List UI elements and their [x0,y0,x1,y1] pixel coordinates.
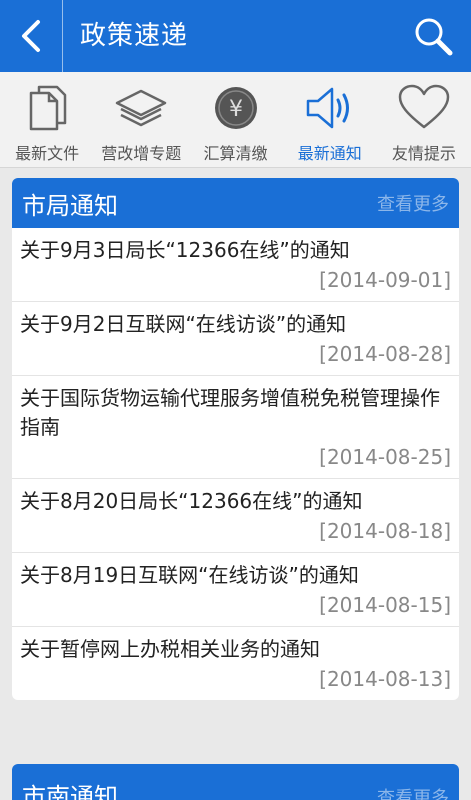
section-header: 市局通知 查看更多 [12,178,459,228]
section-header: 市南通知 查看更多 [12,764,459,800]
search-button[interactable] [411,14,455,58]
list-item[interactable]: 关于9月3日局长“12366在线”的通知 [2014-09-01] [12,228,459,302]
list-item[interactable]: 关于暂停网上办税相关业务的通知 [2014-08-13] [12,627,459,700]
search-icon [415,18,453,56]
news-title: 关于9月3日局长“12366在线”的通知 [20,238,350,262]
news-date: [2014-08-28] [319,342,451,366]
list-item[interactable]: 关于9月2日互联网“在线访谈”的通知 [2014-08-28] [12,302,459,376]
news-title: 关于国际货物运输代理服务增值税免税管理操作指南 [20,386,440,439]
header-divider [62,0,63,72]
svg-text:¥: ¥ [229,97,243,122]
news-date: [2014-09-01] [319,268,451,292]
section-card-shinan-notices: 市南通知 查看更多 [12,764,459,800]
top-bar: 政策速递 [0,0,471,72]
nav-label: 汇算清缴 [203,144,268,163]
section-title: 市局通知 [22,191,118,220]
news-date: [2014-08-15] [319,593,451,617]
speaker-icon [306,87,349,129]
page-title: 政策速递 [80,21,189,51]
view-more-link[interactable]: 查看更多 [377,784,449,800]
nav-item-latest-notices[interactable]: 最新通知 [283,72,377,167]
news-title: 关于8月19日互联网“在线访谈”的通知 [20,563,359,587]
news-title: 关于8月20日局长“12366在线”的通知 [20,489,363,513]
list-item[interactable]: 关于8月19日互联网“在线访谈”的通知 [2014-08-15] [12,553,459,627]
section-title: 市南通知 [22,783,118,800]
nav-label: 友情提示 [391,144,456,163]
nav-item-vat-topic[interactable]: 营改增专题 [94,72,188,167]
layers-icon [116,89,167,127]
nav-label: 最新文件 [15,144,80,163]
news-title: 关于暂停网上办税相关业务的通知 [20,637,320,661]
yen-coin-icon: ¥ [214,87,257,129]
category-nav: 最新文件 营改增专题 ¥ 汇算清缴 最新通知 友情提示 [0,72,471,168]
news-date: [2014-08-18] [319,519,451,543]
news-date: [2014-08-25] [319,445,451,469]
nav-label: 最新通知 [297,144,362,163]
documents-icon [29,85,67,131]
nav-item-latest-files[interactable]: 最新文件 [0,72,94,167]
chevron-left-icon [22,20,40,52]
heart-icon [398,84,450,129]
list-item[interactable]: 关于国际货物运输代理服务增值税免税管理操作指南 [2014-08-25] [12,376,459,479]
section-card-city-notices: 市局通知 查看更多 关于9月3日局长“12366在线”的通知 [2014-09-… [12,178,459,700]
back-button[interactable] [0,0,62,72]
list-item[interactable]: 关于8月20日局长“12366在线”的通知 [2014-08-18] [12,479,459,553]
news-date: [2014-08-13] [319,667,451,691]
nav-label: 营改增专题 [101,144,182,163]
nav-item-friendly-tips[interactable]: 友情提示 [377,72,471,167]
nav-item-settlement[interactable]: ¥ 汇算清缴 [188,72,282,167]
news-title: 关于9月2日互联网“在线访谈”的通知 [20,312,347,336]
view-more-link[interactable]: 查看更多 [377,190,449,216]
